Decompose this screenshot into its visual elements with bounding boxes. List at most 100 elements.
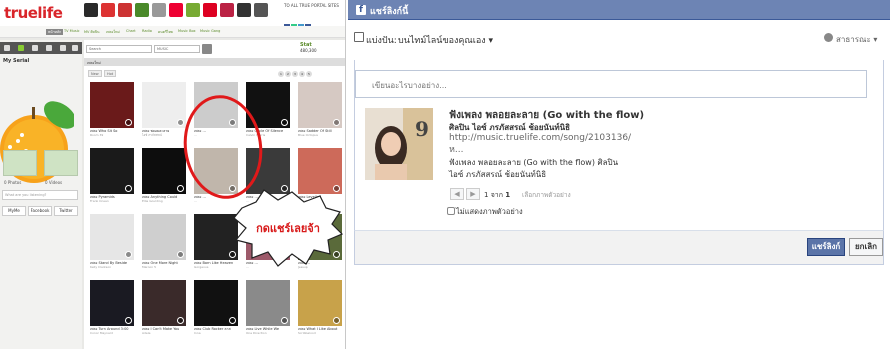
nav-item[interactable]: MV ศิลปิน <box>84 29 100 35</box>
play-icon[interactable] <box>125 119 132 126</box>
album-card[interactable]: เพลง Pyramids Frank Ocean <box>90 148 134 203</box>
app-icon[interactable] <box>203 3 217 17</box>
prev-thumb-button[interactable]: ◀ <box>450 188 464 200</box>
cancel-button[interactable]: ยกเลิก <box>849 238 883 256</box>
album-card[interactable]: เพลง ...... <box>246 148 290 203</box>
play-icon[interactable] <box>281 185 288 192</box>
album-cover[interactable] <box>246 214 290 260</box>
link-thumbnail[interactable]: 9 <box>365 108 433 180</box>
play-icon[interactable] <box>125 251 132 258</box>
album-card[interactable]: เพลง One More Night Maroon 5 <box>142 214 186 269</box>
album-card[interactable]: เพลง Live While We One Direction <box>246 280 290 335</box>
tool-icon[interactable] <box>46 45 52 51</box>
play-icon[interactable] <box>229 119 236 126</box>
page-number[interactable]: 4 <box>299 71 305 77</box>
nav-item[interactable]: หน้าหลัก <box>46 29 64 35</box>
share-link-button[interactable]: แชร์ลิงก์ <box>807 238 845 256</box>
tab-hot[interactable]: Hot <box>104 70 117 77</box>
album-card[interactable]: เพลง What I Like About Scribbelood <box>298 280 342 335</box>
album-card[interactable]: เพลง Who Sit So Room 39 <box>90 82 134 137</box>
tool-icon[interactable] <box>60 45 66 51</box>
album-card[interactable]: เพลง Club Rocker ลาส Inna <box>194 280 238 335</box>
page-number[interactable]: 3 <box>292 71 298 77</box>
album-cover[interactable] <box>298 82 342 128</box>
album-card[interactable]: เพลง Turn Around 3:00 Conor Maynard <box>90 280 134 335</box>
album-card[interactable]: เพลง ...... <box>194 148 238 203</box>
tool-icon[interactable] <box>32 45 38 51</box>
page-number[interactable]: 1 <box>278 71 284 77</box>
album-cover[interactable] <box>142 148 186 194</box>
album-cover[interactable] <box>142 280 186 326</box>
nav-item[interactable]: Music Box <box>178 29 196 33</box>
play-icon[interactable] <box>333 119 340 126</box>
app-icon[interactable] <box>152 3 166 17</box>
album-cover[interactable] <box>142 82 186 128</box>
tool-icon[interactable] <box>18 45 24 51</box>
no-thumbnail-checkbox[interactable] <box>447 207 455 215</box>
app-icon[interactable] <box>84 3 98 17</box>
album-cover[interactable] <box>142 214 186 260</box>
album-cover[interactable] <box>194 148 238 194</box>
privacy-dropdown[interactable]: สาธารณะ ▾ <box>836 33 877 46</box>
page-number[interactable]: 5 <box>306 71 312 77</box>
nav-item[interactable]: ดนตรีไทย <box>158 29 173 35</box>
category-select[interactable]: MUSIC <box>154 45 200 53</box>
album-card[interactable]: เพลง Stand By Beside Kelly Clarkson <box>90 214 134 269</box>
album-card[interactable]: เพลง Sadder Of Still Blue Octopus <box>298 82 342 137</box>
play-icon[interactable] <box>229 317 236 324</box>
album-cover[interactable] <box>298 214 342 260</box>
photo-thumb[interactable] <box>3 150 37 176</box>
album-card[interactable]: เพลง Circle Of Silence Calvin Harris <box>246 82 290 137</box>
truelife-logo[interactable]: truelife <box>4 4 63 22</box>
album-cover[interactable] <box>246 148 290 194</box>
play-icon[interactable] <box>125 317 132 324</box>
album-cover[interactable] <box>90 148 134 194</box>
album-cover[interactable] <box>298 148 342 194</box>
album-cover[interactable] <box>194 214 238 260</box>
app-icon[interactable] <box>169 3 183 17</box>
play-icon[interactable] <box>177 185 184 192</box>
nav-item[interactable]: TV Music <box>64 29 80 33</box>
album-card[interactable]: เพลง พลอยละลาย ไอซ์ ภรภัสสรณ์ <box>142 82 186 137</box>
play-icon[interactable] <box>229 185 236 192</box>
album-card[interactable]: เพลง Levelled Iggy Pop <box>298 148 342 203</box>
album-cover[interactable] <box>194 280 238 326</box>
myme-button[interactable]: MyMe <box>2 206 26 216</box>
next-thumb-button[interactable]: ▶ <box>466 188 480 200</box>
album-cover[interactable] <box>90 280 134 326</box>
app-icon[interactable] <box>118 3 132 17</box>
album-card[interactable]: เพลง I Can't Make You Adele <box>142 280 186 335</box>
album-cover[interactable] <box>246 280 290 326</box>
tab-new[interactable]: New <box>88 70 102 77</box>
play-icon[interactable] <box>333 317 340 324</box>
twitter-button[interactable]: Twitter <box>54 206 78 216</box>
album-cover[interactable] <box>90 82 134 128</box>
message-input[interactable]: เขียนอะไรบางอย่าง... <box>355 70 867 98</box>
nav-item[interactable]: เพลงใหม่ <box>106 29 120 35</box>
album-cover[interactable] <box>246 82 290 128</box>
play-icon[interactable] <box>281 317 288 324</box>
nav-item[interactable]: Radio <box>142 29 152 33</box>
album-card[interactable]: เพลง Born Like Heaven Gorgeous <box>194 214 238 269</box>
nav-item[interactable]: Chart <box>126 29 136 33</box>
play-icon[interactable] <box>177 251 184 258</box>
no-thumbnail-option[interactable]: ไม่แสดงภาพตัวอย่าง <box>447 206 523 218</box>
album-card[interactable]: เพลง Anything Could Ellie Goulding <box>142 148 186 203</box>
app-icon[interactable] <box>237 3 251 17</box>
play-icon[interactable] <box>177 119 184 126</box>
app-icon[interactable] <box>186 3 200 17</box>
search-icon[interactable] <box>202 44 212 54</box>
play-icon[interactable] <box>333 251 340 258</box>
app-icon[interactable] <box>254 3 268 17</box>
album-card[interactable]: เพลง ...... <box>194 82 238 137</box>
album-card[interactable]: เพลง ... Jessup <box>298 214 342 269</box>
app-icon[interactable] <box>220 3 234 17</box>
play-icon[interactable] <box>281 119 288 126</box>
share-target-dropdown[interactable]: บนไทม์ไลน์ของคุณเอง ▾ <box>398 33 493 47</box>
tool-icon[interactable] <box>4 45 10 51</box>
album-cover[interactable] <box>298 280 342 326</box>
album-cover[interactable] <box>194 82 238 128</box>
tool-icon[interactable] <box>72 45 78 51</box>
page-number[interactable]: 2 <box>285 71 291 77</box>
facebook-button[interactable]: Facebook <box>28 206 52 216</box>
